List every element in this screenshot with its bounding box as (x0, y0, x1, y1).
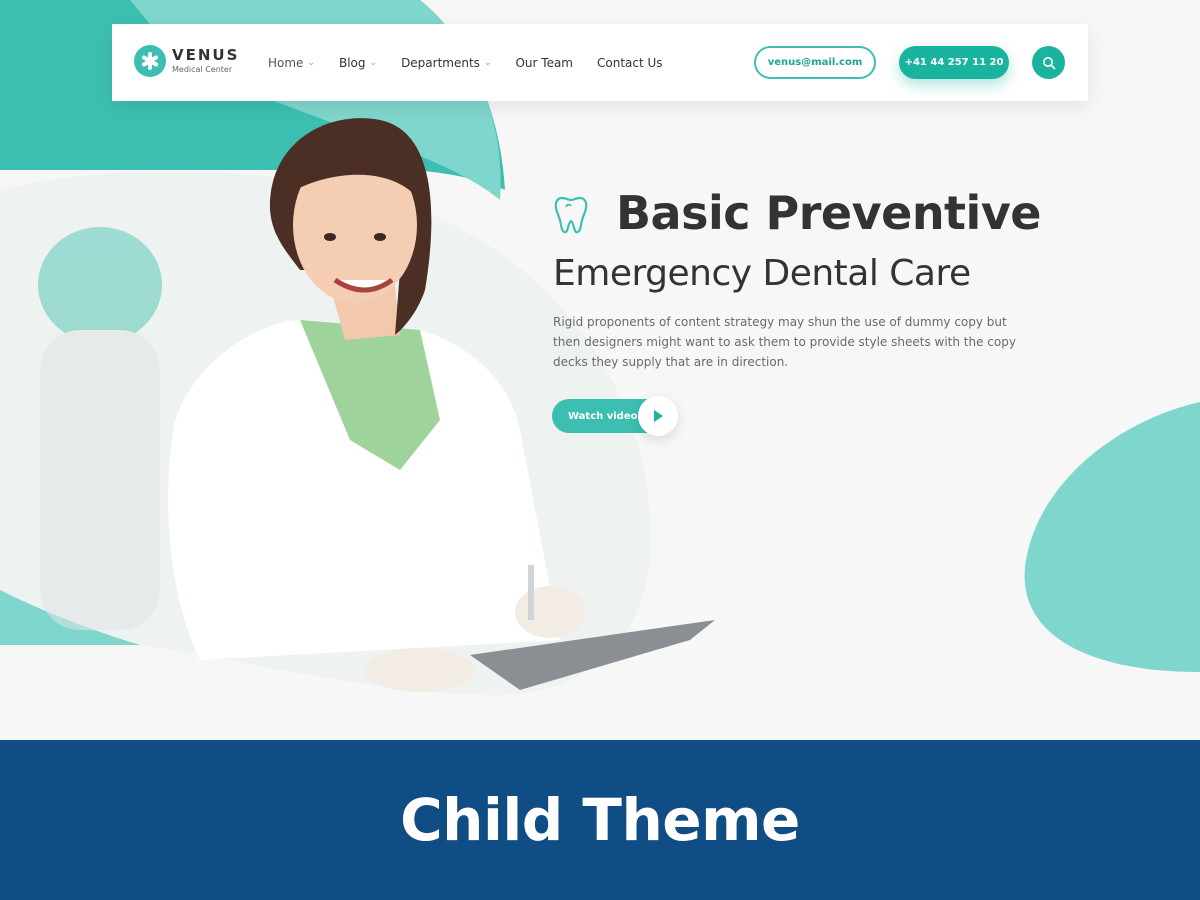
teal-blob-right (1024, 402, 1200, 672)
play-icon (654, 410, 663, 422)
surgeon-figure (38, 227, 162, 630)
brand-logo[interactable]: VENUS Medical Center (134, 45, 239, 77)
nav-label: Departments (401, 55, 480, 70)
site-header: VENUS Medical Center Home ⌄ Blog ⌄ Depar… (112, 24, 1088, 101)
hero-title: Basic Preventive (616, 186, 1042, 240)
nav-item-our-team[interactable]: Our Team (515, 56, 573, 70)
chevron-down-icon: ⌄ (307, 57, 315, 68)
tooth-icon (554, 196, 588, 234)
hero-section: VENUS Medical Center Home ⌄ Blog ⌄ Depar… (0, 0, 1200, 740)
phone-label: +41 44 257 11 20 (904, 57, 1004, 68)
nav-label: Blog (338, 55, 366, 70)
nav-item-home[interactable]: Home ⌄ (268, 56, 315, 70)
banner-title: Child Theme (400, 786, 800, 854)
phone-button[interactable]: +41 44 257 11 20 (899, 46, 1009, 79)
nav-label: Home (268, 55, 304, 70)
email-button[interactable]: venus@mail.com (754, 46, 876, 79)
email-label: venus@mail.com (767, 57, 863, 68)
nav-item-blog[interactable]: Blog ⌄ (339, 56, 377, 70)
child-theme-banner: Child Theme (0, 740, 1200, 900)
watch-video-button[interactable]: Watch video (552, 396, 678, 436)
nav-item-departments[interactable]: Departments ⌄ (401, 56, 491, 70)
brand-name: VENUS (172, 46, 240, 64)
watch-video-label: Watch video (568, 410, 638, 422)
asterisk-cross-icon (134, 45, 166, 77)
chevron-down-icon: ⌄ (483, 57, 492, 68)
search-icon (1042, 56, 1055, 69)
brand-tagline: Medical Center (172, 65, 233, 74)
hero-description: Rigid proponents of content strategy may… (553, 315, 1016, 369)
chevron-down-icon: ⌄ (369, 57, 378, 68)
play-button[interactable] (638, 396, 678, 436)
main-nav: Home ⌄ Blog ⌄ Departments ⌄ Our Team Con… (268, 24, 687, 101)
nav-label: Our Team (515, 55, 573, 70)
nav-label: Contact Us (597, 55, 663, 70)
nav-item-contact-us[interactable]: Contact Us (597, 56, 663, 70)
hero-subtitle: Emergency Dental Care (553, 253, 971, 294)
search-button[interactable] (1032, 46, 1065, 79)
